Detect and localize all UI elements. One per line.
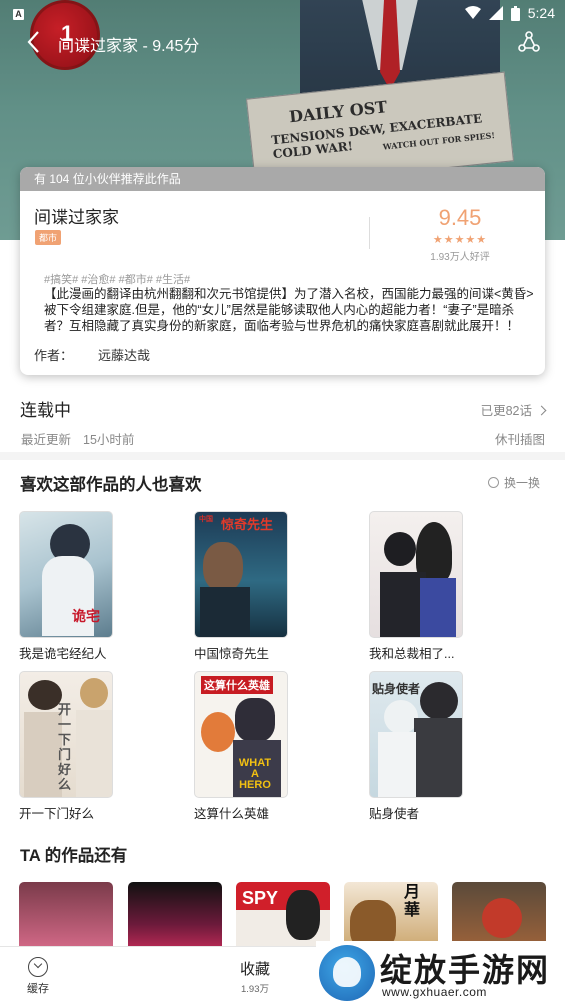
signal-icon bbox=[488, 6, 503, 20]
author-work-cover[interactable] bbox=[128, 882, 222, 952]
latest-chapter[interactable]: 休刊插图 bbox=[495, 429, 545, 448]
tag-list[interactable]: #搞笑# #治愈# #都市# #生活# bbox=[44, 271, 190, 287]
author-name[interactable]: 远藤达哉 bbox=[98, 345, 150, 364]
favorite-button[interactable]: 收藏 1.93万 bbox=[225, 958, 285, 995]
recommend-item[interactable]: 我和总裁相了... bbox=[369, 511, 463, 662]
serial-status: 连载中 bbox=[20, 401, 71, 420]
cover-image: 贴身使者 bbox=[369, 671, 463, 798]
back-arrow-icon[interactable] bbox=[22, 28, 46, 56]
favorite-label: 收藏 bbox=[239, 961, 270, 978]
cache-label: 缓存 bbox=[27, 983, 49, 995]
recommend-item-title: 中国惊奇先生 bbox=[194, 647, 270, 661]
author-work-cover[interactable] bbox=[19, 882, 113, 952]
wifi-icon bbox=[464, 6, 481, 19]
octopus-logo-icon bbox=[319, 945, 375, 1001]
rating-stars-icon: ★★★★★ bbox=[432, 234, 488, 246]
info-card: 有 104 位小伙伴推荐此作品 间谍过家家 都市 9.45 ★★★★★ 1.93… bbox=[20, 167, 545, 375]
cover-title-art: 诡宅 bbox=[72, 608, 100, 624]
chapter-list-link[interactable]: 已更82话 bbox=[480, 400, 547, 419]
battery-icon bbox=[510, 5, 520, 21]
recommend-item[interactable]: 这算什么英雄 WHAT A HERO 这算什么英雄 bbox=[194, 671, 288, 822]
watermark-url: www.gxhuaer.com bbox=[382, 985, 487, 999]
clock: 5:24 bbox=[527, 5, 555, 21]
download-icon bbox=[28, 957, 48, 977]
votes-count: 1.93万人好评 bbox=[430, 252, 490, 263]
recommend-item[interactable]: 诡宅 我是诡宅经纪人 bbox=[19, 511, 113, 662]
refresh-label: 换一换 bbox=[503, 476, 540, 490]
recommend-count-bar: 有 104 位小伙伴推荐此作品 bbox=[20, 167, 545, 191]
recommend-item-title: 这算什么英雄 bbox=[194, 807, 270, 821]
refresh-icon bbox=[487, 477, 499, 488]
section-divider bbox=[0, 452, 565, 460]
cover-title-art: 开一下门好么 bbox=[58, 702, 72, 792]
cover-image: 开一下门好么 bbox=[19, 671, 113, 798]
cover-image bbox=[369, 511, 463, 638]
cover-en-art: WHAT A HERO bbox=[238, 757, 272, 791]
genre-tag[interactable]: 都市 bbox=[35, 230, 62, 245]
description: 【此漫画的翻译由杭州翻翻和次元书馆提供】为了潜入名校，西国能力最强的间谍<黄昏>… bbox=[44, 287, 534, 333]
page-title: 间谍过家家 - 9.45分 bbox=[58, 38, 200, 55]
comic-name: 间谍过家家 bbox=[34, 208, 119, 227]
cover-image: 这算什么英雄 WHAT A HERO bbox=[194, 671, 288, 798]
cache-button[interactable]: 缓存 bbox=[18, 957, 58, 996]
cover-title-art: 这算什么英雄 bbox=[201, 676, 273, 694]
recommend-item-title: 我是诡宅经纪人 bbox=[19, 647, 107, 661]
share-icon[interactable] bbox=[517, 30, 541, 54]
recommend-item[interactable]: 贴身使者 贴身使者 bbox=[369, 671, 463, 822]
recent-update-time: 15小时前 bbox=[83, 433, 135, 447]
recommend-item-title: 贴身使者 bbox=[369, 807, 420, 821]
recent-update-label: 最近更新 bbox=[21, 433, 72, 447]
cover-small-text: 中国 bbox=[199, 516, 213, 523]
app-notification-icon: A bbox=[13, 9, 24, 20]
score: 9.45 bbox=[438, 205, 482, 230]
cover-title-art: 贴身使者 bbox=[372, 682, 421, 696]
title-bar: 间谍过家家 - 9.45分 bbox=[0, 22, 565, 62]
recommend-item-title: 我和总裁相了... bbox=[369, 647, 455, 661]
cover-image: 中国 惊奇先生 bbox=[194, 511, 288, 638]
cover-title-art: 惊奇先生 bbox=[221, 517, 274, 532]
chevron-right-icon bbox=[536, 405, 547, 416]
cover-image: 诡宅 bbox=[19, 511, 113, 638]
recommend-section-title: 喜欢这部作品的人也喜欢 bbox=[20, 476, 202, 494]
card-divider bbox=[369, 217, 370, 249]
favorite-count: 1.93万 bbox=[241, 984, 269, 995]
site-watermark: 绽放手游网 www.gxhuaer.com bbox=[316, 941, 565, 1005]
recommend-item-title: 开一下门好么 bbox=[19, 807, 95, 821]
author-works-title: TA 的作品还有 bbox=[20, 847, 128, 865]
author-label: 作者： bbox=[34, 348, 74, 363]
refresh-button[interactable]: 换一换 bbox=[487, 474, 540, 491]
updated-count: 已更82话 bbox=[480, 404, 532, 418]
recommend-item[interactable]: 中国 惊奇先生 中国惊奇先生 bbox=[194, 511, 288, 662]
recommend-item[interactable]: 开一下门好么 开一下门好么 bbox=[19, 671, 113, 822]
